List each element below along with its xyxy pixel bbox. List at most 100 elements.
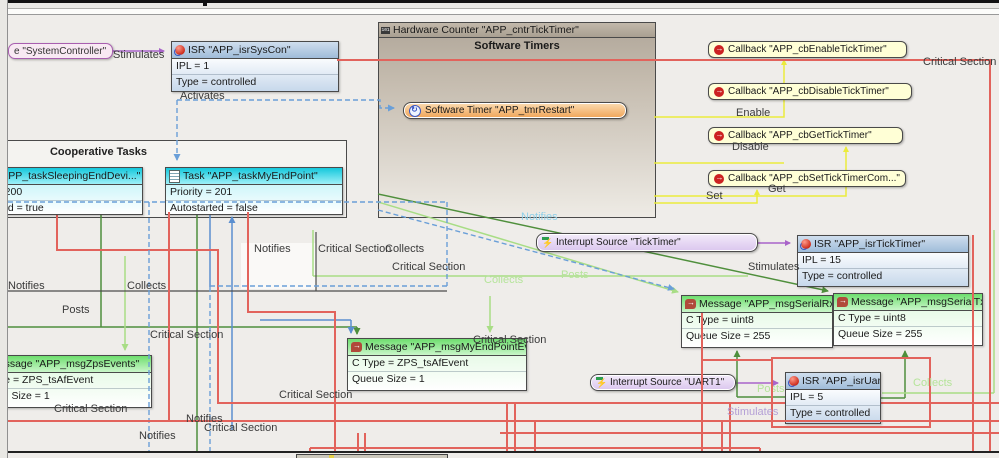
hardware-counter-title: Hardware Counter "APP_cntrTickTimer" <box>393 24 579 36</box>
diagram-canvas: Cooperative Tasks Hardware Counter "APP_… <box>0 0 999 458</box>
node-isr-ticktimer[interactable]: ISR "APP_isrTickTimer" IPL = 15 Type = c… <box>797 235 969 287</box>
msg-serial-tx-title: Message "APP_msgSerialTx" <box>851 296 982 308</box>
interrupt-source-icon <box>542 237 553 248</box>
isr-icon <box>788 376 799 387</box>
edge-label: Posts <box>757 383 785 395</box>
edge-label: Critical Section <box>473 334 547 346</box>
edge-label: Notifies <box>139 430 176 442</box>
msg-serial-tx-prop-ctype: C Type = uint8 <box>838 312 906 324</box>
msg-serial-tx-prop-queue: Queue Size = 255 <box>834 326 982 342</box>
cb-set-title: Callback "APP_cbSetTickTimerCom..." <box>728 173 900 184</box>
edge-label: Critical Section <box>318 243 392 255</box>
isr-syscon-prop-ipl: IPL = 1 <box>176 60 210 72</box>
is-ticktimer-title: Interrupt Source "TickTimer" <box>556 237 681 248</box>
node-interrupt-source-ticktimer[interactable]: Interrupt Source "TickTimer" <box>536 233 758 252</box>
cb-get-title: Callback "APP_cbGetTickTimer" <box>728 130 872 141</box>
isr-uart-prop-ipl: IPL = 5 <box>790 391 824 403</box>
node-task-sleeping-end-device[interactable]: Task "APP_taskSleepingEndDevi..." Priori… <box>0 167 143 215</box>
edge-label: Set <box>706 190 723 202</box>
msg-zps-prop-queue: Queue Size = 1 <box>0 388 151 404</box>
task-my-endpoint-prop-autostarted: Autostarted = false <box>166 200 342 216</box>
edge-label: Collects <box>385 243 425 255</box>
edge-label: Critical Section <box>54 403 128 415</box>
edge-label: Notifies <box>521 211 558 223</box>
partial-bottom-node[interactable] <box>296 454 448 458</box>
edge-label: Get <box>768 183 786 195</box>
cb-enable-title: Callback "APP_cbEnableTickTimer" <box>728 44 887 55</box>
tmr-restart-title: Software Timer "APP_tmrRestart" <box>425 105 575 116</box>
node-task-my-endpoint[interactable]: Task "APP_taskMyEndPoint" Priority = 201… <box>165 167 343 215</box>
edge-label: Critical Section <box>923 56 997 68</box>
cb-disable-title: Callback "APP_cbDisableTickTimer" <box>728 86 889 97</box>
software-timers-label: Software Timers <box>474 40 560 52</box>
edge-label: Critical Section <box>279 389 353 401</box>
msg-serial-rx-prop-queue: Queue Size = 255 <box>682 328 832 344</box>
isr-ticktimer-prop-type: Type = controlled <box>798 268 968 284</box>
edge-label: Posts <box>62 304 90 316</box>
message-icon <box>351 341 362 352</box>
edge-label: Stimulates <box>748 261 800 273</box>
msg-my-endpoint-prop-ctype: C Type = ZPS_tsAfEvent <box>352 357 469 369</box>
node-interrupt-source-uart1[interactable]: Interrupt Source "UART1" <box>590 374 736 391</box>
edge-label: Collects <box>127 280 167 292</box>
left-strip <box>0 0 8 458</box>
edge-label: Critical Section <box>204 422 278 434</box>
task-my-endpoint-title: Task "APP_taskMyEndPoint" <box>183 170 318 182</box>
node-isr-uart[interactable]: ISR "APP_isrUart" IPL = 5 Type = control… <box>785 372 881 424</box>
msg-zps-prop-ctype: C Type = ZPS_tsAfEvent <box>0 374 94 386</box>
msg-zps-title: Message "APP_msgZpsEvents" <box>0 358 140 370</box>
task-sleeping-prop-priority: Priority = 200 <box>0 186 23 198</box>
msg-serial-rx-title: Message "APP_msgSerialRx" <box>699 298 832 310</box>
message-icon <box>685 298 696 309</box>
node-system-controller[interactable]: e "SystemController" <box>8 43 113 59</box>
node-callback-set[interactable]: Callback "APP_cbSetTickTimerCom..." <box>708 170 906 187</box>
interrupt-source-icon <box>596 377 607 388</box>
edge-label: Activates <box>180 90 225 102</box>
software-timer-icon <box>409 104 421 117</box>
edge-label: Stimulates <box>113 49 165 61</box>
node-isr-syscon[interactable]: ISR "APP_isrSysCon" IPL = 1 Type = contr… <box>171 41 339 92</box>
edge-label: Collects <box>913 377 953 389</box>
isr-uart-prop-type: Type = controlled <box>786 405 880 421</box>
edge-label: Posts <box>561 269 589 281</box>
is-uart1-title: Interrupt Source "UART1" <box>610 377 725 388</box>
system-controller-label: e "SystemController" <box>14 45 107 57</box>
callback-icon <box>714 130 724 141</box>
node-message-zps-events[interactable]: Message "APP_msgZpsEvents" C Type = ZPS_… <box>0 355 152 408</box>
cooperative-tasks-title: Cooperative Tasks <box>49 146 147 158</box>
edge-label: Critical Section <box>150 329 224 341</box>
callback-icon <box>714 44 724 55</box>
edge-label: Collects <box>484 274 524 286</box>
node-callback-enable[interactable]: Callback "APP_cbEnableTickTimer" <box>708 41 907 58</box>
window-divider-tick[interactable] <box>203 0 207 6</box>
node-message-serial-rx[interactable]: Message "APP_msgSerialRx" C Type = uint8… <box>681 295 833 348</box>
task-sleeping-prop-autostarted: Autostarted = true <box>0 200 142 216</box>
edge-label: Stimulates <box>727 406 779 418</box>
isr-syscon-title: ISR "APP_isrSysCon" <box>188 44 291 56</box>
canvas-bottom-border <box>8 451 999 453</box>
isr-ticktimer-prop-ipl: IPL = 15 <box>802 254 842 266</box>
counter-icon <box>381 26 390 34</box>
isr-syscon-prop-type: Type = controlled <box>172 74 338 90</box>
task-sleeping-title: Task "APP_taskSleepingEndDevi..." <box>0 170 141 182</box>
hardware-counter-container[interactable]: Hardware Counter "APP_cntrTickTimer" Sof… <box>378 22 656 218</box>
msg-my-endpoint-prop-queue: Queue Size = 1 <box>348 371 526 387</box>
edge-label: Notifies <box>254 243 291 255</box>
edge-label: Enable <box>736 107 771 119</box>
msg-serial-rx-prop-ctype: C Type = uint8 <box>686 314 754 326</box>
isr-icon <box>174 45 185 56</box>
edge-label: Disable <box>732 141 769 153</box>
callback-icon <box>714 173 724 184</box>
isr-uart-title: ISR "APP_isrUart" <box>802 375 880 387</box>
node-message-serial-tx[interactable]: Message "APP_msgSerialTx" C Type = uint8… <box>833 293 983 346</box>
node-software-timer-restart[interactable]: Software Timer "APP_tmrRestart" <box>403 102 627 119</box>
task-icon <box>169 169 180 183</box>
isr-ticktimer-title: ISR "APP_isrTickTimer" <box>814 238 926 250</box>
edge-label: Notifies <box>8 280 45 292</box>
isr-icon <box>800 239 811 250</box>
message-icon <box>837 296 848 307</box>
edge-label: Critical Section <box>392 261 466 273</box>
node-callback-disable[interactable]: Callback "APP_cbDisableTickTimer" <box>708 83 912 100</box>
callback-icon <box>714 86 724 97</box>
toolbar-band[interactable] <box>0 9 999 15</box>
